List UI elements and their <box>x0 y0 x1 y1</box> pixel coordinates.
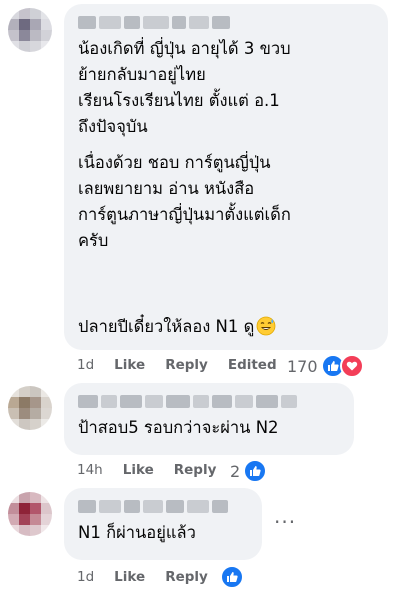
heart-icon <box>339 354 364 378</box>
comment-bubble: ป้าสอบ5 รอบกว่าจะผ่าน N2 <box>64 383 354 455</box>
comment-actions: 1d Like Reply <box>77 569 228 585</box>
author-name[interactable] <box>78 500 248 514</box>
comment-text: ปลายปีเดี๋ยวให้ลอง N1 ดู <box>78 264 374 344</box>
comment-time[interactable]: 1d <box>77 569 94 585</box>
comment-actions: 14h Like Reply <box>77 462 236 478</box>
comment-actions: 1d Like Reply Edited <box>77 357 297 373</box>
comment-text: N1 ก็ผ่านอยู่แล้ว <box>78 523 196 542</box>
avatar[interactable] <box>8 386 52 430</box>
reply-button[interactable]: Reply <box>165 357 208 373</box>
author-name[interactable] <box>78 16 374 30</box>
reaction-count: 170 <box>287 356 318 376</box>
comment-text: ป้าสอบ5 รอบกว่าจะผ่าน N2 <box>78 418 279 437</box>
like-button[interactable]: Like <box>114 569 145 585</box>
like-button[interactable]: Like <box>114 357 145 373</box>
reaction-summary[interactable]: 2 <box>230 459 268 483</box>
more-options-icon[interactable]: ··· <box>274 510 296 534</box>
comment-bubble: น้องเกิดที่ ญี่ปุ่น อายุได้ 3 ขวบ ย้ายกล… <box>64 4 388 350</box>
thumbs-up-icon <box>243 459 268 483</box>
avatar[interactable] <box>8 8 52 52</box>
author-name[interactable] <box>78 395 340 409</box>
grinning-sweat-emoji-icon <box>256 290 276 344</box>
comment-text: เนื่องด้วย ชอบ การ์ตูนญี่ปุ่น เลยพยายาม … <box>78 153 291 250</box>
comment-text-line: ปลายปีเดี๋ยวให้ลอง N1 ดู <box>78 317 255 336</box>
reply-button[interactable]: Reply <box>165 569 208 585</box>
like-button[interactable]: Like <box>123 462 154 478</box>
edited-label[interactable]: Edited <box>228 357 277 373</box>
avatar[interactable] <box>8 492 52 536</box>
comment-time[interactable]: 14h <box>77 462 103 478</box>
comment-time[interactable]: 1d <box>77 357 94 373</box>
thumbs-up-icon <box>220 565 244 589</box>
reaction-summary[interactable]: 170 <box>287 354 364 378</box>
comment-text: น้องเกิดที่ ญี่ปุ่น อายุได้ 3 ขวบ ย้ายกล… <box>78 39 291 136</box>
reaction-count: 2 <box>230 461 241 481</box>
reply-button[interactable]: Reply <box>174 462 217 478</box>
comment-bubble: N1 ก็ผ่านอยู่แล้ว <box>64 488 262 560</box>
reaction-summary[interactable] <box>220 565 244 589</box>
